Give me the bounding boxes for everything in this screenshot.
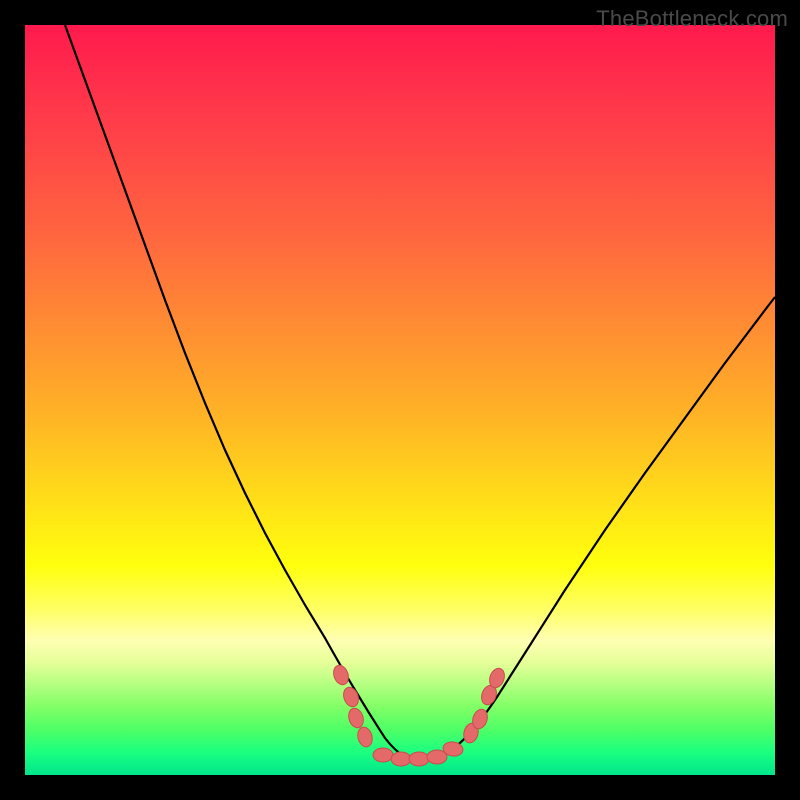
marker [356, 726, 375, 749]
bottleneck-curve [65, 25, 775, 760]
watermark-text: TheBottleneck.com [596, 6, 788, 32]
valley-markers [331, 663, 507, 766]
marker [409, 752, 429, 766]
plot-area [25, 25, 775, 775]
marker [346, 706, 365, 729]
marker [373, 748, 393, 762]
marker [391, 752, 411, 766]
chart-frame: TheBottleneck.com [0, 0, 800, 800]
marker [341, 685, 361, 709]
marker [331, 663, 351, 687]
curve-svg [25, 25, 775, 775]
